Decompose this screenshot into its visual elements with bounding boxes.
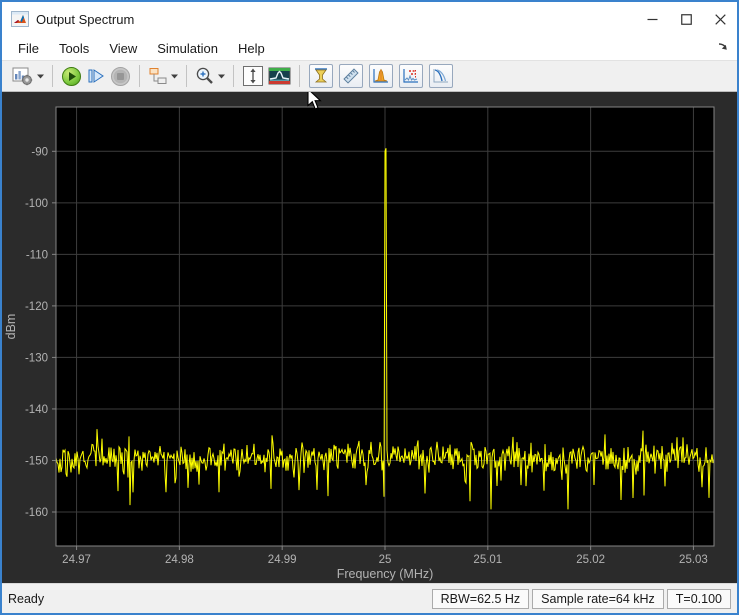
- menu-bar: File Tools View Simulation Help: [2, 36, 737, 60]
- svg-text:24.97: 24.97: [62, 554, 91, 566]
- svg-text:24.98: 24.98: [165, 554, 194, 566]
- menu-simulation[interactable]: Simulation: [147, 38, 228, 59]
- spectrum-settings-button[interactable]: [12, 66, 44, 86]
- zoom-in-button[interactable]: [195, 66, 225, 86]
- toolbar: [2, 60, 737, 92]
- toolbar-separator: [233, 65, 234, 87]
- maximize-button[interactable]: [669, 2, 703, 36]
- dropdown-caret-icon[interactable]: [37, 74, 44, 79]
- toolbar-separator: [186, 65, 187, 87]
- menu-view[interactable]: View: [99, 38, 147, 59]
- spectrum-chart[interactable]: 24.97 24.98 24.99 25 25.01 25.02 25.03 -90 -100 -…: [2, 92, 737, 583]
- svg-text:dBm: dBm: [4, 314, 18, 340]
- sim-time-indicator: T=0.100: [666, 588, 731, 609]
- svg-text:25.01: 25.01: [473, 554, 502, 566]
- svg-text:25.03: 25.03: [679, 554, 708, 566]
- dropdown-caret-icon[interactable]: [171, 74, 178, 79]
- peak-finder-button[interactable]: [399, 64, 423, 88]
- svg-text:-90: -90: [31, 146, 48, 158]
- spectrum-plot-area[interactable]: 24.97 24.98 24.99 25 25.01 25.02 25.03 -90 -100 -…: [2, 92, 737, 583]
- menu-tools[interactable]: Tools: [49, 38, 99, 59]
- toolbar-separator: [299, 65, 300, 87]
- cursor-measurements-button[interactable]: [309, 64, 333, 88]
- spectrogram-view-button[interactable]: [268, 66, 291, 86]
- matlab-app-icon: [11, 11, 29, 27]
- dropdown-caret-icon[interactable]: [218, 74, 225, 79]
- svg-text:25: 25: [379, 554, 392, 566]
- spectrum-analyzer-window: Output Spectrum File Tools View Simulati…: [0, 0, 739, 615]
- fit-to-view-button[interactable]: [242, 65, 264, 87]
- menu-file[interactable]: File: [8, 38, 49, 59]
- sample-rate-indicator: Sample rate=64 kHz: [532, 588, 664, 609]
- menu-help[interactable]: Help: [228, 38, 275, 59]
- svg-text:-110: -110: [26, 249, 48, 261]
- close-button[interactable]: [703, 2, 737, 36]
- simulation-step-options-button[interactable]: [148, 66, 178, 86]
- svg-text:-150: -150: [25, 455, 48, 467]
- svg-text:Frequency (MHz): Frequency (MHz): [337, 567, 434, 581]
- status-bar: Ready RBW=62.5 Hz Sample rate=64 kHz T=0…: [2, 583, 737, 613]
- svg-text:24.99: 24.99: [268, 554, 297, 566]
- title-bar: Output Spectrum: [2, 2, 737, 36]
- svg-text:-160: -160: [25, 507, 48, 519]
- svg-text:25.02: 25.02: [576, 554, 605, 566]
- svg-text:-130: -130: [25, 352, 48, 364]
- distortion-measurements-button[interactable]: [369, 64, 393, 88]
- minimize-button[interactable]: [635, 2, 669, 36]
- window-title: Output Spectrum: [36, 11, 135, 27]
- run-button[interactable]: [61, 66, 82, 87]
- dock-arrow-icon[interactable]: [717, 40, 729, 52]
- toolbar-separator: [52, 65, 53, 87]
- status-message: Ready: [8, 591, 45, 606]
- stop-button[interactable]: [110, 66, 131, 87]
- svg-text:-100: -100: [25, 198, 48, 210]
- svg-text:-140: -140: [25, 404, 48, 416]
- toolbar-separator: [139, 65, 140, 87]
- ccdf-measurements-button[interactable]: [429, 64, 453, 88]
- signal-statistics-button[interactable]: [339, 64, 363, 88]
- rbw-indicator: RBW=62.5 Hz: [431, 588, 530, 609]
- step-forward-button[interactable]: [86, 66, 106, 86]
- svg-text:-120: -120: [25, 301, 48, 313]
